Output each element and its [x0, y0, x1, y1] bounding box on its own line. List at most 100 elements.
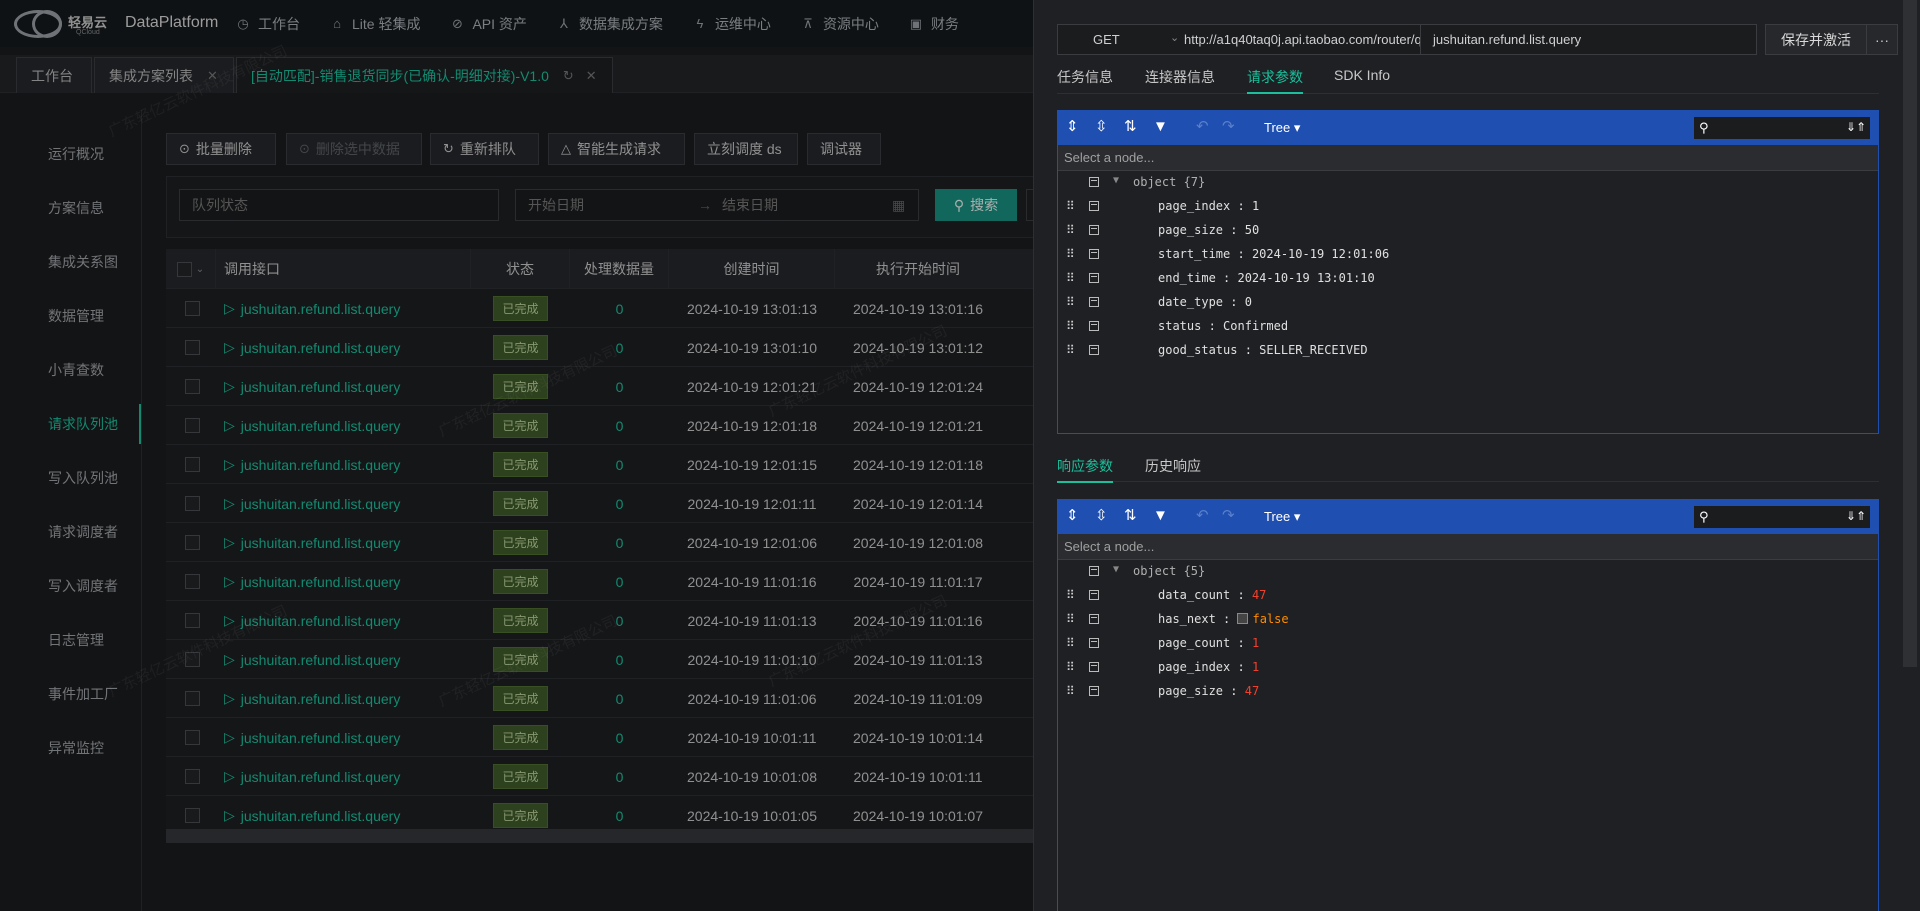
checkbox[interactable]: [185, 457, 200, 472]
table-row[interactable]: ▷ jushuitan.refund.list.query 已完成 0 2024-10-…: [166, 718, 1036, 757]
sidebar-item-query[interactable]: 小青查数: [48, 360, 104, 380]
vertical-scrollbar[interactable]: [1903, 0, 1917, 667]
table-row[interactable]: ▷ jushuitan.refund.list.query 已完成 0 2024-10-…: [166, 367, 1036, 406]
json-value[interactable]: 47: [1245, 684, 1259, 698]
context-menu-icon[interactable]: [1089, 273, 1099, 283]
json-value[interactable]: 2024-10-19 13:01:10: [1237, 271, 1374, 285]
drag-handle-icon[interactable]: ⠿: [1066, 223, 1075, 237]
close-icon[interactable]: ✕: [586, 68, 597, 84]
close-icon[interactable]: ✕: [207, 68, 218, 84]
smart-generate-button[interactable]: △ 智能生成请求: [548, 133, 685, 165]
context-menu-icon[interactable]: [1089, 638, 1099, 648]
tab-workbench[interactable]: 工作台: [16, 57, 92, 93]
api-cell[interactable]: ▷ jushuitan.refund.list.query: [224, 367, 400, 406]
checkbox[interactable]: [185, 613, 200, 628]
json-value[interactable]: 50: [1245, 223, 1259, 237]
table-row[interactable]: ▷ jushuitan.refund.list.query 已完成 0 2024-10-…: [166, 640, 1036, 679]
json-field-row[interactable]: ⠿ page_size : 50: [1058, 219, 1878, 243]
sidebar-item-event-factory[interactable]: 事件加工厂: [48, 684, 118, 704]
nav-finance[interactable]: ▣ 财务: [909, 0, 959, 47]
api-cell[interactable]: ▷ jushuitan.refund.list.query: [224, 601, 400, 640]
context-menu-icon[interactable]: [1089, 225, 1099, 235]
api-link[interactable]: jushuitan.refund.list.query: [241, 379, 401, 395]
json-key[interactable]: page_size: [1158, 684, 1223, 698]
count-cell[interactable]: 0: [570, 640, 669, 679]
context-menu-icon[interactable]: [1089, 686, 1099, 696]
save-activate-button[interactable]: 保存并激活: [1765, 24, 1867, 55]
search-nav-icon[interactable]: ⇓⇑: [1846, 509, 1866, 523]
nav-lite[interactable]: ⌂ Lite 轻集成: [330, 0, 420, 47]
checkbox[interactable]: [185, 379, 200, 394]
json-field-row[interactable]: ⠿ page_index : 1: [1058, 195, 1878, 219]
sidebar-item-request-queue[interactable]: 请求队列池: [48, 414, 118, 434]
api-link[interactable]: jushuitan.refund.list.query: [241, 535, 401, 551]
row-checkbox-cell[interactable]: [185, 640, 200, 679]
json-key[interactable]: good_status: [1158, 343, 1237, 357]
tab-current-solution[interactable]: [自动匹配]-销售退货同步(已确认-明细对接)-V1.0 ↻ ✕: [236, 57, 613, 93]
count-cell[interactable]: 0: [570, 445, 669, 484]
undo-icon[interactable]: ↶: [1196, 119, 1209, 135]
checkbox[interactable]: [185, 769, 200, 784]
api-link[interactable]: jushuitan.refund.list.query: [241, 652, 401, 668]
mode-select[interactable]: Tree ▾: [1264, 120, 1300, 136]
context-menu-icon[interactable]: [1089, 662, 1099, 672]
row-checkbox-cell[interactable]: [185, 445, 200, 484]
debugger-button[interactable]: 调试器: [807, 133, 881, 165]
horizontal-scrollbar[interactable]: [166, 829, 1036, 843]
json-key[interactable]: start_time: [1158, 247, 1230, 261]
checkbox[interactable]: [185, 496, 200, 511]
checkbox[interactable]: [185, 691, 200, 706]
table-row[interactable]: ▷ jushuitan.refund.list.query 已完成 0 2024-10-…: [166, 328, 1036, 367]
checkbox[interactable]: [176, 261, 192, 277]
mode-select[interactable]: Tree ▾: [1264, 509, 1300, 525]
request-json-editor[interactable]: ⇕ ⇳ ⇅ ▼ ↶ ↷ Tree ▾ ⚲ ⇓⇑ Select a node... …: [1057, 110, 1879, 434]
search-button[interactable]: ⚲ 搜索: [935, 189, 1017, 221]
row-checkbox-cell[interactable]: [185, 289, 200, 328]
checkbox[interactable]: [185, 535, 200, 550]
api-cell[interactable]: ▷ jushuitan.refund.list.query: [224, 757, 400, 796]
api-link[interactable]: jushuitan.refund.list.query: [241, 730, 401, 746]
col-api[interactable]: 调用接口: [216, 249, 471, 289]
request-url-bar[interactable]: GET ⌄ http://a1q40taq0j.api.taobao.com/r…: [1057, 24, 1421, 55]
count-cell[interactable]: 0: [570, 484, 669, 523]
drag-handle-icon[interactable]: ⠿: [1066, 636, 1075, 650]
drag-handle-icon[interactable]: ⠿: [1066, 295, 1075, 309]
refresh-icon[interactable]: ↻: [563, 68, 574, 84]
json-key[interactable]: status: [1158, 319, 1201, 333]
api-cell[interactable]: ▷ jushuitan.refund.list.query: [224, 289, 400, 328]
node-navbar[interactable]: Select a node...: [1058, 145, 1878, 171]
api-cell[interactable]: ▷ jushuitan.refund.list.query: [224, 445, 400, 484]
json-key[interactable]: page_index: [1158, 199, 1230, 213]
checkbox[interactable]: [185, 808, 200, 823]
json-value[interactable]: 2024-10-19 12:01:06: [1252, 247, 1389, 261]
http-method-select[interactable]: GET: [1093, 32, 1120, 47]
sidebar-item-write-scheduler[interactable]: 写入调度者: [48, 576, 118, 596]
start-date-input[interactable]: 开始日期: [528, 195, 698, 215]
sidebar-item-overview[interactable]: 运行概况: [48, 144, 104, 164]
table-row[interactable]: ▷ jushuitan.refund.list.query 已完成 0 2024-10-…: [166, 445, 1036, 484]
sidebar-item-write-queue[interactable]: 写入队列池: [48, 468, 118, 488]
context-menu-icon[interactable]: [1089, 249, 1099, 259]
json-field-row[interactable]: ⠿ status : Confirmed: [1058, 315, 1878, 339]
row-checkbox-cell[interactable]: [185, 406, 200, 445]
tab-request-params[interactable]: 请求参数: [1247, 67, 1303, 94]
json-field-row[interactable]: ⠿ data_count : 47: [1058, 584, 1878, 608]
url-input[interactable]: http://a1q40taq0j.api.taobao.com/router/…: [1184, 32, 1420, 47]
sidebar-item-relation-graph[interactable]: 集成关系图: [48, 252, 118, 272]
count-cell[interactable]: 0: [570, 562, 669, 601]
boolean-checkbox[interactable]: [1237, 613, 1249, 624]
api-link[interactable]: jushuitan.refund.list.query: [241, 613, 401, 629]
row-checkbox-cell[interactable]: [185, 328, 200, 367]
json-value[interactable]: 47: [1252, 588, 1266, 602]
drag-handle-icon[interactable]: ⠿: [1066, 271, 1075, 285]
context-menu-icon[interactable]: [1089, 614, 1099, 624]
json-key[interactable]: page_count: [1158, 636, 1230, 650]
api-cell[interactable]: ▷ jushuitan.refund.list.query: [224, 718, 400, 757]
json-search-input[interactable]: ⚲ ⇓⇑: [1693, 505, 1871, 529]
count-cell[interactable]: 0: [570, 718, 669, 757]
api-link[interactable]: jushuitan.refund.list.query: [241, 691, 401, 707]
context-menu-icon[interactable]: [1089, 297, 1099, 307]
json-field-row[interactable]: ⠿ good_status : SELLER_RECEIVED: [1058, 339, 1878, 363]
table-row[interactable]: ▷ jushuitan.refund.list.query 已完成 0 2024-10-…: [166, 601, 1036, 640]
context-menu-icon[interactable]: [1089, 590, 1099, 600]
